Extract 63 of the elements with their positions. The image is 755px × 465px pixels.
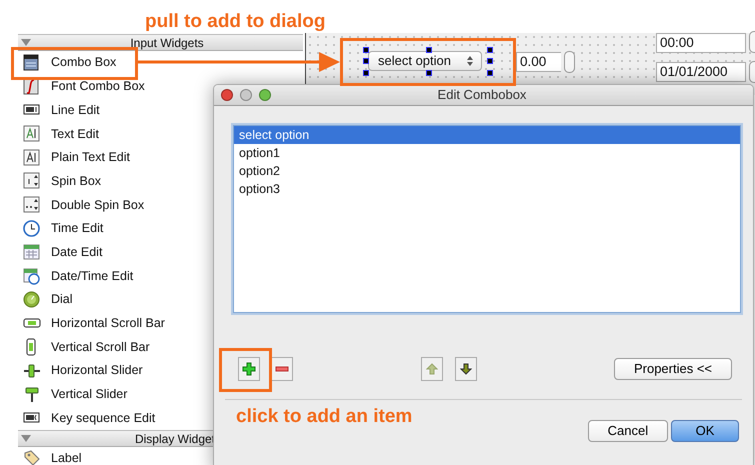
widget-item[interactable]: Vertical Slider [18, 382, 132, 406]
spin-buttons[interactable] [564, 51, 575, 73]
tag-icon [23, 450, 41, 465]
properties-button[interactable]: Properties << [614, 358, 732, 380]
zoom-button[interactable] [259, 89, 271, 101]
cancel-button[interactable]: Cancel [588, 420, 668, 442]
widget-item[interactable]: Date/Time Edit [18, 264, 138, 288]
widget-item[interactable]: Time Edit [18, 216, 108, 240]
widget-item[interactable]: Date Edit [18, 240, 106, 264]
selection-handle[interactable] [426, 70, 432, 76]
list-item[interactable]: option3 [234, 180, 740, 198]
widget-item[interactable]: Plain Text Edit [18, 146, 134, 170]
spin-box-field[interactable]: 0.00 [516, 52, 561, 72]
add-button[interactable] [238, 357, 260, 381]
time-field[interactable]: 00:00 [656, 33, 746, 53]
widget-item[interactable]: Horizontal Scroll Bar [18, 312, 169, 336]
close-button[interactable] [221, 89, 233, 101]
widget-item[interactable]: Spin Box [18, 169, 106, 194]
expand-triangle-icon[interactable] [21, 435, 31, 442]
combo-box-icon [23, 54, 41, 72]
combo-box[interactable]: select option [368, 51, 482, 71]
widget-item[interactable]: Text Edit [18, 122, 103, 146]
widget-item[interactable]: Double Spin Box [18, 193, 148, 217]
move-down-button[interactable] [455, 357, 477, 381]
widget-item[interactable]: Line Edit [18, 98, 104, 122]
date-field[interactable]: 01/01/2000 [656, 62, 746, 82]
list-box[interactable]: select option option1 option2 option3 [233, 125, 741, 313]
widget-item[interactable]: Dial [18, 288, 77, 312]
spin-box-icon [23, 172, 41, 190]
horizontal-slider-icon [23, 362, 41, 380]
widget-item[interactable]: Font Combo Box [18, 74, 149, 98]
widget-item[interactable]: Vertical Scroll Bar [18, 335, 154, 359]
widget-item[interactable]: Key sequence Edit [18, 406, 160, 430]
plain-text-icon [23, 148, 41, 167]
move-up-button[interactable] [421, 357, 443, 381]
widget-item[interactable]: Combo Box [18, 51, 120, 75]
annotation-text: pull to add to dialog [145, 10, 326, 34]
list-item[interactable]: select option [234, 126, 740, 144]
category-header[interactable]: Input Widgets [18, 34, 303, 51]
up-down-arrows-icon [466, 55, 474, 67]
clock-icon [23, 220, 41, 238]
remove-button[interactable] [271, 357, 293, 381]
selection-handle[interactable] [426, 47, 432, 53]
text-edit-icon [23, 124, 41, 143]
vertical-slider-icon [23, 385, 41, 404]
list-item[interactable]: option2 [234, 162, 740, 180]
calendar-clock-icon [23, 267, 41, 286]
window-title: Edit Combobox [436, 86, 528, 104]
expand-triangle-icon[interactable] [21, 39, 31, 46]
list-item[interactable]: option1 [234, 144, 740, 162]
widget-item[interactable]: Label [18, 447, 86, 465]
up-arrow-icon [426, 363, 438, 375]
double-spin-box-icon [23, 196, 41, 214]
minimize-button[interactable] [240, 89, 252, 101]
annotation-text: click to add an item [236, 405, 412, 429]
dial-icon [23, 290, 41, 309]
minus-icon [275, 366, 289, 372]
annotation-box [219, 348, 272, 392]
calendar-icon [23, 243, 41, 262]
down-arrow-icon [460, 363, 472, 375]
ok-button[interactable]: OK [671, 420, 739, 442]
widget-item[interactable]: Horizontal Slider [18, 358, 147, 383]
plus-icon [242, 362, 256, 376]
